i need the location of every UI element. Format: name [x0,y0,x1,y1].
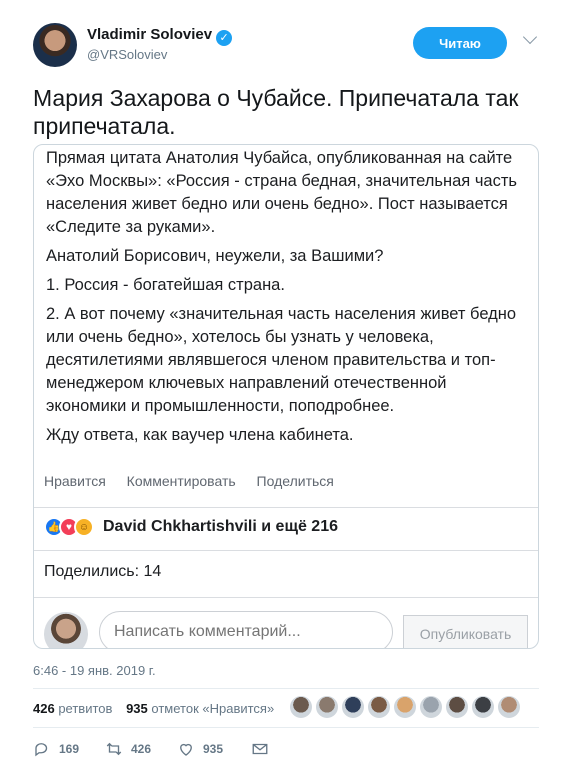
tweet-action-bar: 169 426 935 [33,740,293,762]
facebook-post-embed[interactable]: Прямая цитата Анатолия Чубайса, опублико… [33,144,539,649]
likes-label[interactable]: отметок «Нравится» [151,701,274,716]
liker-avatar[interactable] [472,696,494,718]
likes-count[interactable]: 935 [126,701,148,716]
comment-action[interactable]: Комментировать [127,473,236,489]
author-handle[interactable]: @VRSoloviev [87,47,167,62]
divider [34,550,538,551]
heart-icon [180,743,192,756]
embed-paragraph: 1. Россия - богатейшая страна. [46,276,285,294]
embed-paragraph: 2. А вот почему «значительная часть насе… [46,305,517,415]
commenter-avatar [44,612,88,648]
reply-button[interactable]: 169 [33,740,79,758]
liker-avatar[interactable] [498,696,520,718]
direct-message-button[interactable] [251,740,277,758]
embed-paragraph: Прямая цитата Анатолия Чубайса, опублико… [46,149,517,236]
liker-avatar[interactable] [316,696,338,718]
retweet-count: 426 [131,742,152,756]
tweet-header: Vladimir Soloviev ✓ @VRSoloviev Читаю [33,18,543,72]
reactions-text: David Chkhartishvili и ещё 216 [103,518,338,535]
author-avatar[interactable] [33,23,77,67]
share-action[interactable]: Поделиться [257,473,334,489]
like-action[interactable]: Нравится [44,473,106,489]
liker-avatar[interactable] [394,696,416,718]
liker-avatar[interactable] [368,696,390,718]
like-count: 935 [203,742,224,756]
comment-input[interactable] [99,611,393,648]
retweets-count[interactable]: 426 [33,701,55,716]
liker-avatar[interactable] [290,696,312,718]
shares-count[interactable]: Поделились: 14 [44,563,161,581]
divider [34,507,538,508]
chevron-down-icon[interactable] [522,29,538,45]
envelope-icon [252,743,268,755]
author-name[interactable]: Vladimir Soloviev ✓ [87,26,233,46]
follow-button[interactable]: Читаю [413,27,507,59]
embed-paragraph: Жду ответа, как ваучер члена кабинета. [46,426,354,444]
liker-avatars [290,696,524,718]
reply-count: 169 [59,742,80,756]
liker-avatar[interactable] [420,696,442,718]
retweet-button[interactable]: 426 [105,740,151,758]
tweet-text: Мария Захарова о Чубайсе. Припечатала та… [33,85,519,139]
divider [33,727,539,728]
like-button[interactable]: 935 [177,740,223,758]
haha-reaction-icon: ☺ [74,517,94,537]
publish-button[interactable]: Опубликовать [403,615,528,648]
embed-paragraph: Анатолий Борисович, неужели, за Вашими? [46,247,384,265]
embed-body: Прямая цитата Анатолия Чубайса, опублико… [46,147,530,453]
verified-icon: ✓ [216,30,233,46]
tweet-stats: 426 ретвитов 935 отметок «Нравится» [33,701,274,716]
author-name-text[interactable]: Vladimir Soloviev [87,26,212,43]
embed-actions: Нравится Комментировать Поделиться [44,473,524,489]
divider [33,688,539,689]
divider [34,597,538,598]
retweet-icon [106,742,122,756]
reactions-summary[interactable]: 👍 ♥ ☺ David Chkhartishvili и ещё 216 [44,517,338,537]
retweets-label[interactable]: ретвитов [58,701,112,716]
reply-icon [35,743,48,757]
liker-avatar[interactable] [342,696,364,718]
liker-avatar[interactable] [446,696,468,718]
timestamp[interactable]: 6:46 - 19 янв. 2019 г. [33,663,156,678]
